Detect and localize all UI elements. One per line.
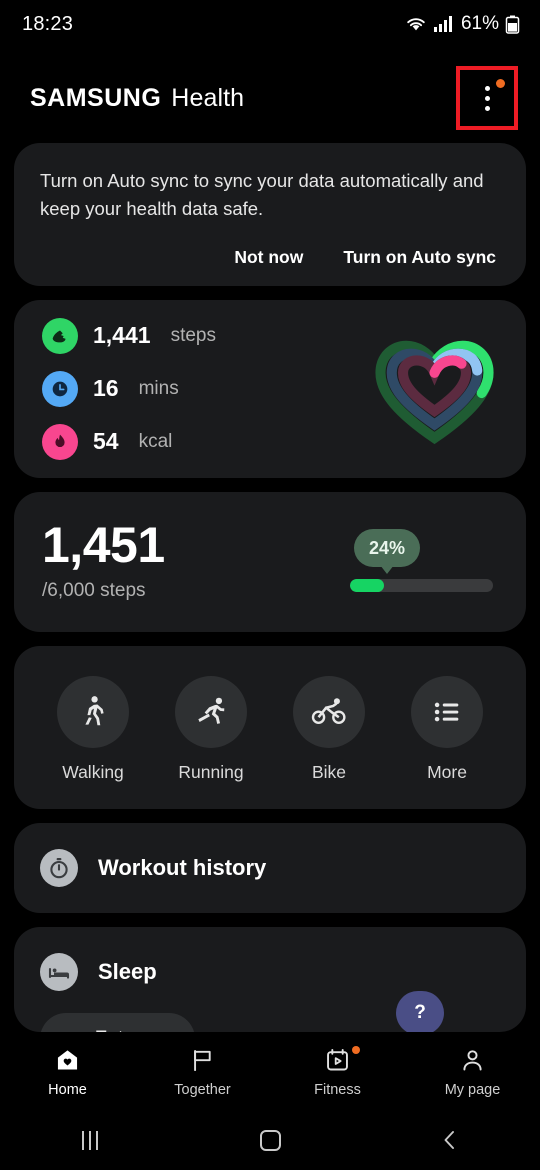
quick-action-running[interactable]: Running	[165, 675, 257, 783]
status-time: 18:23	[22, 12, 74, 35]
activity-summary-card[interactable]: 1,441 steps 16 mins 54 kcal	[14, 299, 526, 478]
tab-fitness-label: Fitness	[314, 1081, 361, 1098]
flame-icon	[42, 423, 78, 460]
quick-actions-card: Walking Running Bike More	[14, 645, 526, 809]
auto-sync-message: Turn on Auto sync to sync your data auto…	[40, 170, 484, 219]
metric-mins-value: 16	[93, 375, 119, 401]
quick-action-running-label: Running	[178, 761, 244, 782]
menu-notification-badge	[496, 79, 505, 88]
system-navigation-bar	[0, 1110, 540, 1170]
tab-together-label: Together	[174, 1081, 231, 1098]
stopwatch-icon	[40, 848, 78, 887]
steps-percent-label: 24%	[368, 537, 406, 558]
steps-progress-card[interactable]: 1,451 /6,000 steps 24%	[14, 491, 526, 632]
workout-history-title: Workout history	[98, 854, 267, 880]
steps-values: 1,451 /6,000 steps	[42, 519, 350, 602]
person-icon	[459, 1047, 486, 1075]
steps-progress: 24%	[350, 529, 500, 592]
tab-together[interactable]: Together	[135, 1047, 270, 1098]
quick-action-bike[interactable]: Bike	[283, 675, 375, 783]
quick-action-bike-label: Bike	[311, 761, 347, 782]
metric-mins-unit: mins	[138, 377, 179, 399]
sleep-help-badge[interactable]: ?	[396, 990, 444, 1032]
status-bar: 18:23 61%	[0, 0, 540, 48]
sleep-enter-label: Enter	[95, 1028, 140, 1032]
metric-steps: 1,441 steps	[42, 317, 367, 354]
metric-steps-unit: steps	[170, 324, 216, 346]
list-icon	[411, 675, 483, 748]
tab-fitness[interactable]: Fitness	[270, 1045, 405, 1098]
sleep-card[interactable]: Sleep Enter ?	[14, 926, 526, 1032]
status-indicators: 61%	[405, 13, 520, 35]
metric-kcal-unit: kcal	[138, 430, 173, 452]
metric-kcal: 54 kcal	[42, 423, 367, 460]
tab-my-page-label: My page	[444, 1081, 501, 1098]
quick-action-walking[interactable]: Walking	[47, 675, 139, 783]
battery-percent: 61%	[460, 13, 499, 34]
signal-bars-icon	[433, 16, 452, 32]
video-calendar-icon	[324, 1045, 360, 1075]
tab-home-label: Home	[48, 1081, 87, 1098]
metric-steps-value: 1,441	[93, 322, 151, 348]
tab-my-page[interactable]: My page	[405, 1047, 540, 1098]
badge-tail-icon	[380, 565, 394, 574]
bike-icon	[293, 675, 365, 748]
recents-button[interactable]	[0, 1130, 180, 1150]
steps-count: 1,451	[42, 517, 165, 573]
metric-kcal-value: 54	[93, 428, 119, 454]
sleep-header: Sleep	[40, 952, 500, 991]
activity-heart-rings	[375, 340, 494, 445]
auto-sync-actions: Not now Turn on Auto sync	[40, 247, 500, 268]
app-header: SAMSUNG Health	[0, 60, 540, 136]
walking-icon	[57, 675, 129, 748]
activity-metric-list: 1,441 steps 16 mins 54 kcal	[42, 317, 367, 460]
quick-action-walking-label: Walking	[62, 761, 124, 782]
sleep-title: Sleep	[98, 958, 157, 984]
battery-icon	[505, 15, 520, 34]
home-square-icon	[259, 1129, 281, 1151]
quick-action-more-label: More	[427, 761, 467, 782]
quick-action-more[interactable]: More	[401, 675, 493, 783]
back-button[interactable]	[360, 1129, 540, 1151]
back-chevron-icon	[444, 1131, 454, 1149]
scroll-content: Turn on Auto sync to sync your data auto…	[0, 143, 540, 1046]
fitness-notification-badge	[352, 1045, 360, 1054]
tab-home[interactable]: Home	[0, 1047, 135, 1098]
metric-mins: 16 mins	[42, 370, 367, 407]
steps-percent-badge: 24%	[354, 529, 420, 574]
recents-icon	[82, 1130, 98, 1150]
brand-samsung: SAMSUNG	[30, 83, 162, 112]
steps-progress-track	[350, 579, 493, 592]
bottom-navigation: Home Together Fitness My page	[0, 1034, 540, 1110]
turn-on-auto-sync-button[interactable]: Turn on Auto sync	[343, 247, 496, 268]
phone-screen: 18:23 61% SAMSUNG Health Turn on Auto sy…	[0, 0, 540, 1170]
overflow-menu-icon	[484, 85, 490, 111]
brand-health: Health	[171, 83, 245, 112]
wifi-icon	[407, 18, 425, 31]
shoe-icon	[42, 317, 78, 354]
sleep-help-label: ?	[414, 1001, 426, 1023]
system-home-button[interactable]	[180, 1129, 360, 1151]
sleep-body: Enter ?	[40, 990, 500, 1032]
flag-icon	[189, 1047, 216, 1075]
home-heart-icon	[54, 1047, 81, 1075]
clock-icon	[42, 370, 78, 407]
overflow-menu-button[interactable]	[456, 66, 518, 130]
steps-progress-fill	[350, 579, 385, 592]
bed-icon	[40, 952, 78, 991]
sleep-enter-button[interactable]: Enter	[40, 1012, 195, 1032]
not-now-button[interactable]: Not now	[234, 247, 303, 268]
sleep-progress: ?	[350, 990, 500, 1032]
running-icon	[175, 675, 247, 748]
workout-history-card[interactable]: Workout history	[14, 822, 526, 913]
app-title: SAMSUNG Health	[30, 84, 244, 113]
steps-goal: /6,000 steps	[42, 580, 146, 601]
auto-sync-banner: Turn on Auto sync to sync your data auto…	[14, 143, 526, 286]
